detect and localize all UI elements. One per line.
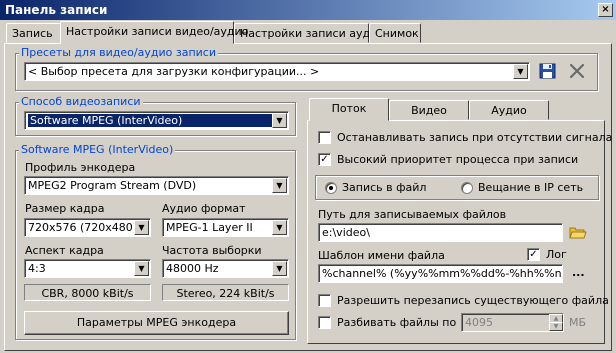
tab-record[interactable]: Запись — [6, 23, 61, 43]
frame-size-value: 720x576 (720x480) — [28, 221, 138, 234]
profile-label: Профиль энкодера — [25, 161, 136, 174]
subtab-label: Видео — [411, 104, 447, 117]
chevron-down-icon: ▼ — [513, 64, 528, 79]
profile-select-value: MPEG2 Program Stream (DVD) — [28, 179, 197, 192]
subtab-audio[interactable]: Аудио — [469, 100, 549, 120]
chevron-down-icon: ▼ — [134, 261, 149, 276]
frame-size-select[interactable]: 720x576 (720x480) ▼ — [24, 218, 151, 237]
method-legend: Способ видеозаписи — [19, 95, 143, 108]
record-to-file-label: Запись в файл — [342, 181, 427, 194]
mpeg-encoder-params-button[interactable]: Параметры MPEG энкодера — [24, 311, 289, 335]
window-title-bar[interactable]: Панель записи — [0, 0, 616, 20]
log-checkbox[interactable]: ✓ — [527, 248, 540, 261]
log-label: Лог — [546, 248, 567, 261]
split-files-label: Разбивать файлы по — [337, 316, 457, 329]
subtab-video[interactable]: Видео — [389, 100, 469, 120]
filename-template-label: Шаблон имени файла — [318, 249, 445, 262]
tab-snapshot[interactable]: Снимок — [369, 23, 421, 43]
path-input[interactable]: e:\video\ — [318, 223, 563, 242]
chevron-down-icon: ▼ — [272, 113, 287, 128]
close-x-icon[interactable] — [567, 61, 587, 81]
filename-template-input[interactable]: %channel% (%yy%%mm%%dd%-%hh%%nn% — [318, 264, 563, 283]
audio-bitrate-info: Stereo, 224 kBit/s — [162, 284, 289, 301]
audio-format-select[interactable]: MPEG-1 Layer II ▼ — [162, 218, 289, 237]
presets-legend: Пресеты для видео/аудио записи — [19, 46, 218, 59]
aspect-select[interactable]: 4:3 ▼ — [24, 259, 151, 278]
chevron-down-icon: ▼ — [272, 220, 287, 235]
profile-select[interactable]: MPEG2 Program Stream (DVD) ▼ — [24, 176, 289, 195]
audio-format-label: Аудио формат — [162, 202, 246, 215]
close-icon[interactable]: × — [598, 3, 613, 17]
tab-label: Запись — [12, 27, 53, 40]
tab-label: Настройки записи аудио — [240, 27, 384, 40]
tab-label: Снимок — [375, 27, 419, 40]
subtab-label: Аудио — [491, 104, 527, 117]
sample-rate-label: Частота выборки — [162, 244, 262, 257]
aspect-label: Аспект кадра — [25, 244, 104, 257]
video-bitrate-info: CBR, 8000 kBit/s — [24, 284, 151, 301]
subtab-label: Поток — [331, 102, 367, 115]
method-select-value: Software MPEG (InterVideo) — [28, 114, 273, 127]
tab-label: Настройки записи видео/аудио — [66, 25, 249, 38]
chevron-down-icon: ▼ — [134, 220, 149, 235]
sample-rate-select[interactable]: 48000 Hz ▼ — [162, 259, 289, 278]
folder-icon[interactable] — [568, 222, 588, 242]
tab-audio-settings[interactable]: Настройки записи аудио — [234, 23, 384, 43]
chevron-down-icon: ▼ — [272, 178, 287, 193]
path-label: Путь для записываемых файлов — [318, 208, 507, 221]
record-to-file-radio[interactable] — [325, 182, 337, 194]
ip-broadcast-radio[interactable] — [461, 182, 473, 194]
template-picker-button[interactable]: ... — [572, 266, 585, 279]
high-priority-label: Высокий приоритет процесса при записи — [337, 153, 579, 166]
chevron-down-icon: ▼ — [272, 261, 287, 276]
window-title: Панель записи — [5, 3, 108, 17]
tab-video-audio-settings[interactable]: Настройки записи видео/аудио — [60, 21, 248, 44]
ip-broadcast-label: Вещание в IP сеть — [478, 181, 584, 194]
aspect-value: 4:3 — [28, 262, 46, 275]
floppy-disk-icon[interactable] — [538, 61, 558, 81]
split-files-checkbox[interactable] — [318, 316, 331, 329]
high-priority-checkbox[interactable]: ✓ — [318, 153, 331, 166]
preset-select-value: < Выбор пресета для загрузки конфигураци… — [28, 65, 320, 78]
allow-overwrite-checkbox[interactable] — [318, 294, 331, 307]
split-size-unit: МБ — [569, 316, 587, 329]
subtab-stream[interactable]: Поток — [309, 98, 389, 121]
spin-down-icon[interactable]: ▼ — [549, 322, 563, 331]
audio-format-value: MPEG-1 Layer II — [166, 221, 253, 234]
method-select[interactable]: Software MPEG (InterVideo) ▼ — [24, 111, 289, 130]
allow-overwrite-label: Разрешить перезапись существующего файла — [337, 294, 609, 307]
split-size-value: 4095 — [465, 316, 493, 329]
frame-size-label: Размер кадра — [25, 202, 105, 215]
sample-rate-value: 48000 Hz — [166, 262, 219, 275]
stop-no-signal-checkbox[interactable] — [318, 131, 331, 144]
preset-select[interactable]: < Выбор пресета для загрузки конфигураци… — [24, 62, 530, 81]
split-size-input[interactable]: 4095 ▲ ▼ — [461, 313, 564, 332]
stop-no-signal-label: Останавливать запись при отсутствии сигн… — [337, 131, 613, 144]
software-mpeg-legend: Software MPEG (InterVideo) — [19, 143, 176, 156]
